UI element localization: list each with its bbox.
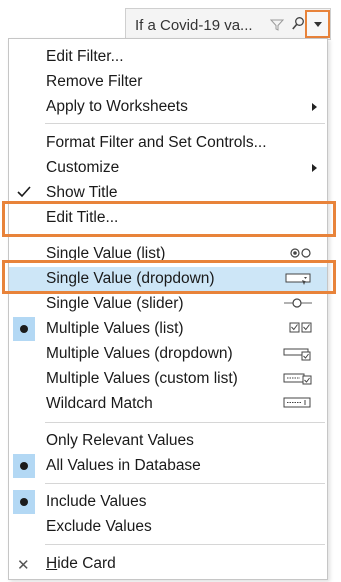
menu-item-label: Wildcard Match xyxy=(46,395,153,412)
menu-item-hide-card[interactable]: ✕ Hide Card xyxy=(9,552,327,576)
menu-item-exclude-values[interactable]: Exclude Values xyxy=(9,515,327,539)
menu-item-remove-filter[interactable]: Remove Filter xyxy=(9,70,327,94)
menu-item-all-values[interactable]: All Values in Database xyxy=(9,454,327,478)
menu-item-only-relevant[interactable]: Only Relevant Values xyxy=(9,429,327,453)
chevron-down-icon xyxy=(314,22,322,27)
bullet-icon xyxy=(20,325,28,333)
submenu-arrow-icon xyxy=(312,164,317,172)
menu-item-format-filter[interactable]: Format Filter and Set Controls... xyxy=(9,131,327,155)
menu-item-edit-title[interactable]: Edit Title... xyxy=(9,206,327,230)
menu-item-include-values[interactable]: Include Values xyxy=(9,490,327,514)
menu-item-label: Edit Filter... xyxy=(46,48,124,65)
menu-separator xyxy=(45,544,325,545)
menu-item-label: Show Title xyxy=(46,184,118,201)
card-menu-button[interactable] xyxy=(305,10,330,38)
close-icon: ✕ xyxy=(17,557,30,574)
menu-item-single-value-slider[interactable]: Single Value (slider) xyxy=(9,292,327,316)
slider-icon xyxy=(284,298,312,308)
checkmark-icon xyxy=(17,186,31,198)
menu-item-label: Single Value (list) xyxy=(46,245,166,262)
selected-marker xyxy=(13,490,35,514)
menu-item-multiple-values-custom[interactable]: Multiple Values (custom list) xyxy=(9,367,327,391)
menu-item-label: Format Filter and Set Controls... xyxy=(46,134,267,151)
bullet-icon xyxy=(20,498,28,506)
funnel-icon[interactable] xyxy=(269,18,285,32)
menu-item-show-title[interactable]: Show Title xyxy=(9,181,327,205)
filter-context-menu: Edit Filter... Remove Filter Apply to Wo… xyxy=(8,38,328,580)
radio-list-icon xyxy=(290,248,311,258)
menu-item-single-value-list[interactable]: Single Value (list) xyxy=(9,242,327,266)
menu-item-wildcard-match[interactable]: Wildcard Match xyxy=(9,392,327,416)
filter-card-header: If a Covid-19 va... xyxy=(125,8,331,40)
menu-item-label: Customize xyxy=(46,159,120,176)
show-title-check xyxy=(13,181,35,205)
menu-item-edit-filter[interactable]: Edit Filter... xyxy=(9,45,327,69)
menu-item-label: All Values in Database xyxy=(46,457,201,474)
bullet-icon xyxy=(20,462,28,470)
menu-item-label: Edit Title... xyxy=(46,209,119,226)
selected-marker xyxy=(13,454,35,478)
menu-separator xyxy=(45,422,325,423)
checkbox-list-icon xyxy=(289,322,312,333)
wildcard-icon xyxy=(283,397,311,408)
menu-item-customize[interactable]: Customize xyxy=(9,156,327,180)
submenu-arrow-icon xyxy=(312,103,317,111)
search-icon[interactable] xyxy=(291,16,305,32)
menu-separator xyxy=(45,234,325,235)
selected-marker xyxy=(13,317,35,341)
menu-item-label: Multiple Values (dropdown) xyxy=(46,345,233,362)
menu-item-label: Single Value (slider) xyxy=(46,295,184,312)
menu-item-multiple-values-dropdown[interactable]: Multiple Values (dropdown) xyxy=(9,342,327,366)
menu-item-label: Exclude Values xyxy=(46,518,152,535)
menu-item-label: Multiple Values (list) xyxy=(46,320,184,337)
custom-list-icon xyxy=(283,373,312,385)
menu-item-label: Hide Card xyxy=(46,555,116,572)
menu-item-apply-to-worksheets[interactable]: Apply to Worksheets xyxy=(9,95,327,119)
menu-item-label: Include Values xyxy=(46,493,147,510)
dropdown-control-icon xyxy=(285,273,311,285)
menu-item-single-value-dropdown[interactable]: Single Value (dropdown) xyxy=(9,267,327,291)
filter-card-title: If a Covid-19 va... xyxy=(135,17,253,34)
menu-item-label: Multiple Values (custom list) xyxy=(46,370,238,387)
menu-separator xyxy=(45,483,325,484)
menu-item-label: Single Value (dropdown) xyxy=(46,270,215,287)
menu-item-label: Only Relevant Values xyxy=(46,432,194,449)
menu-item-multiple-values-list[interactable]: Multiple Values (list) xyxy=(9,317,327,341)
menu-separator xyxy=(45,123,325,124)
multi-dropdown-icon xyxy=(283,348,311,361)
mnemonic-letter: H xyxy=(46,555,58,572)
menu-item-label: Remove Filter xyxy=(46,73,143,90)
menu-item-label: Apply to Worksheets xyxy=(46,98,188,115)
